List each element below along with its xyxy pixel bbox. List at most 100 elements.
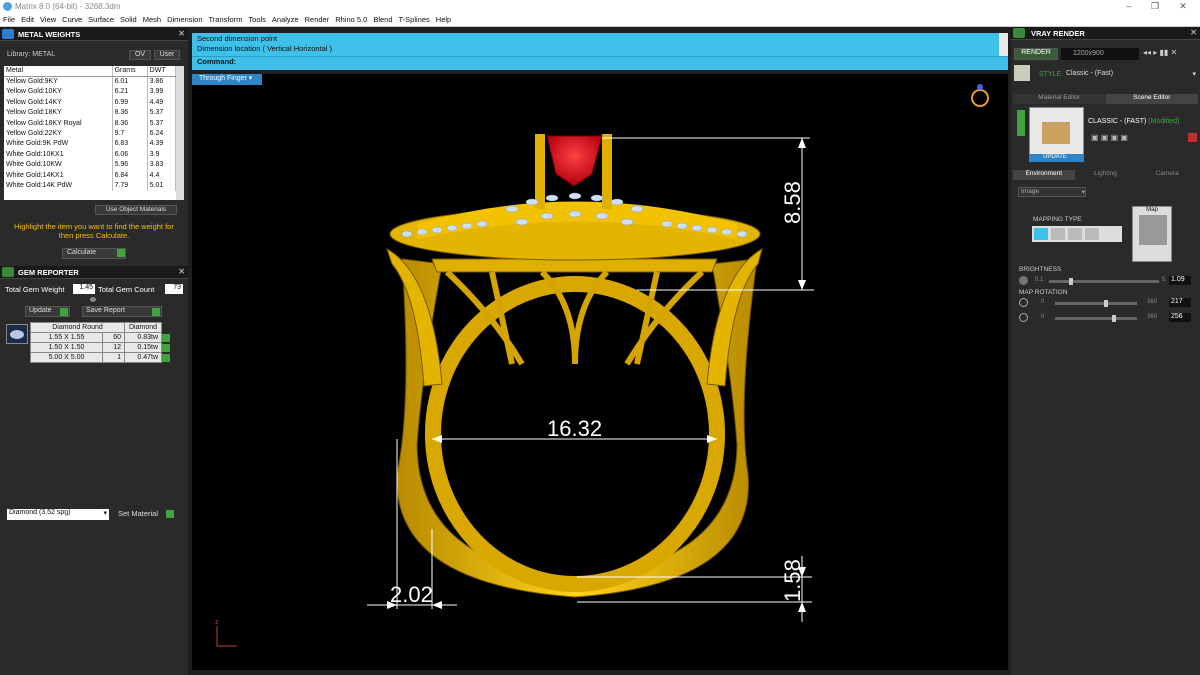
menu-item-view[interactable]: View — [37, 13, 59, 26]
table-row[interactable]: White Gold:10KW 5.96 3.83 — [4, 159, 177, 170]
ring-gizmo-icon — [971, 84, 989, 107]
command-scrollbar[interactable] — [999, 33, 1008, 56]
gem-row[interactable]: 5.00 X 5.00 1 0.47tw — [30, 352, 171, 363]
gem-row-action[interactable] — [162, 343, 171, 353]
viewport[interactable]: Through Finger ▾ 8.58 16.32 2.02 1.58 z — [192, 74, 1008, 670]
menu-item-dimension[interactable]: Dimension — [164, 13, 205, 26]
minimize-icon[interactable]: – — [1118, 1, 1140, 12]
menu-item-render[interactable]: Render — [302, 13, 333, 26]
cylinder-mapping-icon[interactable] — [1068, 228, 1082, 240]
style-select[interactable]: Classic - (Fast) ▾ — [1066, 70, 1196, 80]
tab-scene-editor[interactable]: Scene Editor — [1105, 94, 1198, 104]
metal-col-header[interactable]: Grams — [112, 66, 148, 77]
preset-tools[interactable]: ▣ ▣ ▣ ▣ — [1091, 133, 1141, 143]
gem-cell: 0.83tw — [123, 332, 163, 343]
menu-item-analyze[interactable]: Analyze — [269, 13, 302, 26]
brightness-value[interactable]: 1.09 — [1169, 276, 1191, 285]
play-icon[interactable] — [162, 333, 171, 342]
menu-item-blend[interactable]: Blend — [370, 13, 395, 26]
rotation1-value[interactable]: 217 — [1169, 298, 1191, 307]
play-icon — [60, 308, 68, 316]
resolution-field[interactable]: 1200x900 — [1061, 48, 1139, 60]
save-report-button[interactable]: Save Report — [82, 306, 162, 317]
close-icon[interactable]: ✕ — [178, 29, 185, 38]
table-row[interactable]: Yellow Gold:18KY 8.36 5.37 — [4, 107, 177, 118]
gem-material-select[interactable]: Diamond (3.52 spg) ▾ — [7, 509, 109, 520]
gem-row-action[interactable] — [162, 353, 171, 363]
rotation2-slider[interactable] — [1055, 315, 1137, 322]
table-cell: White Gold:14K PdW — [4, 180, 113, 191]
rotation1-knob[interactable] — [1104, 300, 1108, 307]
environment-select[interactable]: Image ▾ — [1018, 187, 1086, 197]
close-icon[interactable]: ✕ — [1172, 1, 1194, 12]
use-object-materials-button[interactable]: Use Object Materials — [95, 205, 177, 215]
gem-reporter-header: GEM REPORTER ✕ — [0, 266, 188, 279]
ov-toggle[interactable]: OV — [129, 50, 151, 60]
planar-mapping-icon[interactable] — [1034, 228, 1048, 240]
gem-reporter-panel: GEM REPORTER ✕ Total Gem Weight 1.45 Tot… — [0, 266, 188, 675]
menu-item-transform[interactable]: Transform — [206, 13, 246, 26]
menu-item-solid[interactable]: Solid — [117, 13, 140, 26]
preset-reset-icon[interactable] — [1188, 133, 1197, 142]
menu-item-t-splines[interactable]: T-Splines — [396, 13, 433, 26]
box-mapping-icon[interactable] — [1051, 228, 1065, 240]
rotation2-knob[interactable] — [1112, 315, 1116, 322]
tab-material-editor[interactable]: Material Editor — [1013, 94, 1106, 104]
metal-weights-title: METAL WEIGHTS — [18, 30, 81, 39]
mapping-type-label: MAPPING TYPE — [1033, 216, 1082, 223]
gem-row[interactable]: 1.50 X 1.50 12 0.15tw — [30, 342, 171, 353]
close-icon[interactable]: ✕ — [1190, 28, 1197, 37]
rotation2-value[interactable]: 256 — [1169, 313, 1191, 322]
tab-environment[interactable]: Environment — [1013, 170, 1075, 180]
render-button[interactable]: RENDER — [1014, 48, 1058, 60]
play-icon[interactable] — [162, 343, 171, 352]
maximize-icon[interactable]: ❐ — [1144, 1, 1166, 12]
table-row[interactable]: Yellow Gold:9KY 6.01 3.86 — [4, 76, 177, 87]
brightness-knob[interactable] — [1069, 278, 1073, 285]
dim-height: 8.58 — [780, 181, 805, 224]
close-icon[interactable]: ✕ — [178, 267, 185, 276]
menu-item-file[interactable]: File — [0, 13, 18, 26]
set-material-button[interactable]: Set Material — [115, 509, 175, 520]
preset-expand[interactable] — [1017, 110, 1025, 136]
map-preview[interactable]: Map — [1132, 206, 1172, 262]
play-icon[interactable] — [162, 353, 171, 362]
resolution-value: 1200x900 — [1073, 50, 1104, 57]
gem-row[interactable]: 1.55 X 1.55 60 0.83tw — [30, 332, 171, 343]
gem-cell: 0.47tw — [123, 352, 163, 363]
menu-item-rhino-5-0[interactable]: Rhino 5.0 — [332, 13, 370, 26]
preset-update-button[interactable]: UPDATE — [1029, 154, 1084, 162]
metal-list[interactable]: Metal Grams DWT Yellow Gold:9KY 6.01 3.86 Yel… — [4, 66, 184, 200]
command-prompt[interactable]: Command: — [192, 56, 1008, 68]
table-row[interactable]: Yellow Gold:10KY 6.21 3.99 — [4, 86, 177, 98]
table-row[interactable]: White Gold:14K PdW 7.79 5.01 — [4, 180, 177, 191]
rotation1-slider[interactable] — [1055, 300, 1137, 307]
metal-scrollbar[interactable] — [176, 66, 184, 200]
menu-item-surface[interactable]: Surface — [85, 13, 117, 26]
calculate-button[interactable]: Calculate — [62, 248, 126, 259]
table-row[interactable]: White Gold:10KX1 6.06 3.9 — [4, 149, 177, 160]
library-label: Library: METAL — [7, 51, 56, 58]
render-controls[interactable]: ◂◂ ▸ ▮▮ ✕ — [1143, 48, 1197, 60]
tab-camera[interactable]: Camera — [1136, 170, 1198, 180]
menu-item-help[interactable]: Help — [433, 13, 454, 26]
metal-col-header[interactable]: DWT — [147, 66, 177, 77]
sphere-mapping-icon[interactable] — [1085, 228, 1099, 240]
menu-item-mesh[interactable]: Mesh — [140, 13, 164, 26]
table-row[interactable]: White Gold:14KX1 6.84 4.4 — [4, 169, 177, 181]
menu-item-edit[interactable]: Edit — [18, 13, 37, 26]
menu-item-curve[interactable]: Curve — [59, 13, 85, 26]
user-toggle[interactable]: User — [154, 50, 180, 60]
brightness-slider[interactable] — [1049, 278, 1159, 285]
metal-col-header[interactable]: Metal — [4, 66, 113, 77]
table-row[interactable]: Yellow Gold:22KY 9.7 6.24 — [4, 128, 177, 139]
play-icon — [166, 510, 174, 518]
table-row[interactable]: Yellow Gold:18KY Royal 8.36 5.37 — [4, 117, 177, 129]
splitter-handle[interactable] — [90, 297, 96, 302]
tab-lighting[interactable]: Lighting — [1075, 170, 1137, 180]
table-row[interactable]: White Gold:9K PdW 6.83 4.39 — [4, 138, 177, 150]
update-button[interactable]: Update — [25, 306, 70, 317]
gem-row-action[interactable] — [162, 333, 171, 343]
table-row[interactable]: Yellow Gold:14KY 6.99 4.49 — [4, 97, 177, 108]
menu-item-tools[interactable]: Tools — [245, 13, 269, 26]
